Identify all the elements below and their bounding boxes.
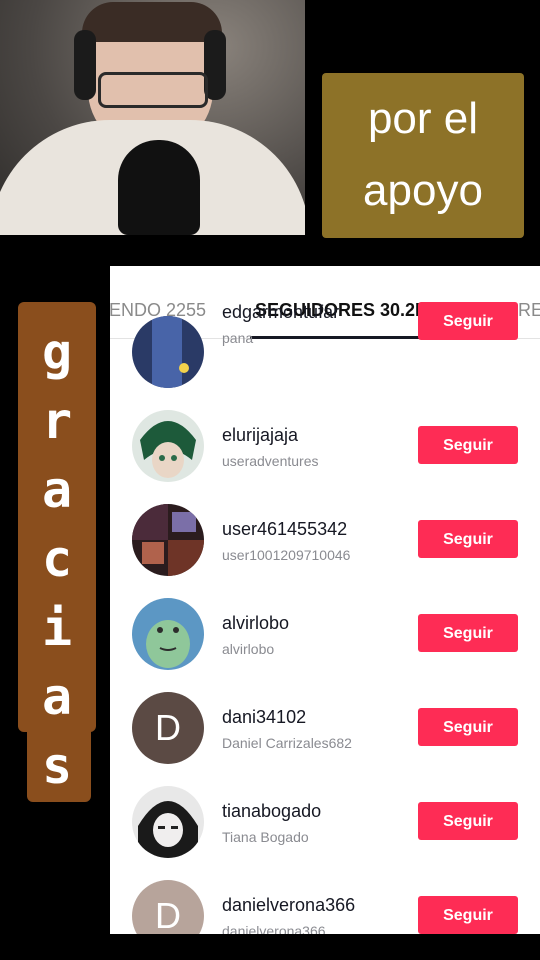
username[interactable]: alvirlobo [222,613,289,634]
display-name: user1001209710046 [222,547,351,563]
list-item[interactable]: alvirlobo alvirlobo Seguir [110,588,540,682]
followers-screen: IENDO 2255 SEGUIDORES 30.2K SUGERE edgar… [110,266,540,934]
display-name: Daniel Carrizales682 [222,735,352,751]
display-name: Tiana Bogado [222,829,309,845]
follow-button[interactable]: Seguir [418,896,518,934]
follow-button[interactable]: Seguir [418,302,518,340]
list-item[interactable]: edgarmontufar pana Seguir [110,302,540,400]
username[interactable]: tianabogado [222,801,321,822]
avatar[interactable]: D [132,692,204,764]
follow-button[interactable]: Seguir [418,520,518,558]
anime-green-hair-icon[interactable] [132,410,204,482]
follow-button[interactable]: Seguir [418,708,518,746]
collage-icon[interactable] [132,504,204,576]
list-item[interactable]: elurijajaja useradventures Seguir [110,400,540,494]
webcam-feed [0,0,305,235]
side-thanks-text: g r a c i a s [18,318,96,801]
thanks-banner: por el apoyo [322,73,524,238]
side-letter: g [41,323,73,381]
username[interactable]: danielverona366 [222,895,355,916]
list-item[interactable]: user461455342 user1001209710046 Seguir [110,494,540,588]
microphone-icon [118,140,200,235]
follow-button[interactable]: Seguir [418,802,518,840]
list-item[interactable]: D danielverona366 danielverona366 Seguir [110,870,540,934]
avatar[interactable]: D [132,880,204,934]
username[interactable]: user461455342 [222,519,347,540]
anime-blue-icon[interactable] [132,316,204,388]
side-letter: s [41,737,73,795]
banner-line-1: por el [367,94,479,143]
banner-line-2: apoyo [363,166,483,215]
side-letter: a [41,668,73,726]
side-letter: a [41,461,73,519]
username[interactable]: dani34102 [222,707,306,728]
list-item[interactable]: D dani34102 Daniel Carrizales682 Seguir [110,682,540,776]
list-item[interactable]: tianabogado Tiana Bogado Seguir [110,776,540,870]
username[interactable]: edgarmontufar [222,302,339,323]
side-letter: c [41,530,73,588]
anime-bw-icon[interactable] [132,786,204,858]
side-letter: i [41,599,73,657]
follow-button[interactable]: Seguir [418,614,518,652]
display-name: alvirlobo [222,641,275,657]
green-creature-icon[interactable] [132,598,204,670]
username[interactable]: elurijajaja [222,425,298,446]
display-name: pana [222,330,254,346]
follow-button[interactable]: Seguir [418,426,518,464]
display-name: useradventures [222,453,319,469]
side-letter: r [41,392,73,450]
display-name: danielverona366 [222,923,326,934]
